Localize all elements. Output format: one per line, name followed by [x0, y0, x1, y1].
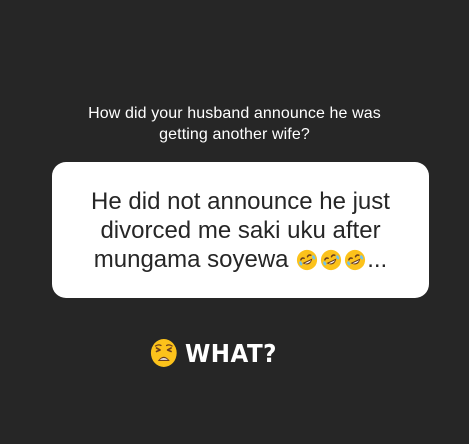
question-line-1: How did your husband announce he was	[88, 105, 381, 122]
answer-line-3: mungama soyewa ...	[52, 245, 429, 274]
answer-line-2: divorced me saki uku after	[100, 217, 381, 244]
rolling-on-the-floor-laughing-icon	[297, 249, 318, 271]
reply-caption: WHAT?	[150, 338, 277, 368]
answer-card: He did not announce he just divorced me …	[52, 162, 429, 298]
question-line-2: getting another wife?	[159, 126, 310, 143]
answer-ellipsis: ...	[367, 246, 388, 273]
story-screen: How did your husband announce he was get…	[0, 0, 469, 444]
weary-face-icon	[150, 339, 177, 367]
answer-line-1: He did not announce he just	[91, 188, 390, 215]
rolling-on-the-floor-laughing-icon	[321, 249, 342, 271]
reply-text: WHAT?	[184, 338, 277, 368]
question-text: How did your husband announce he was get…	[40, 103, 429, 145]
rolling-on-the-floor-laughing-icon	[345, 249, 366, 271]
answer-line-3-text: mungama soyewa	[93, 246, 289, 273]
